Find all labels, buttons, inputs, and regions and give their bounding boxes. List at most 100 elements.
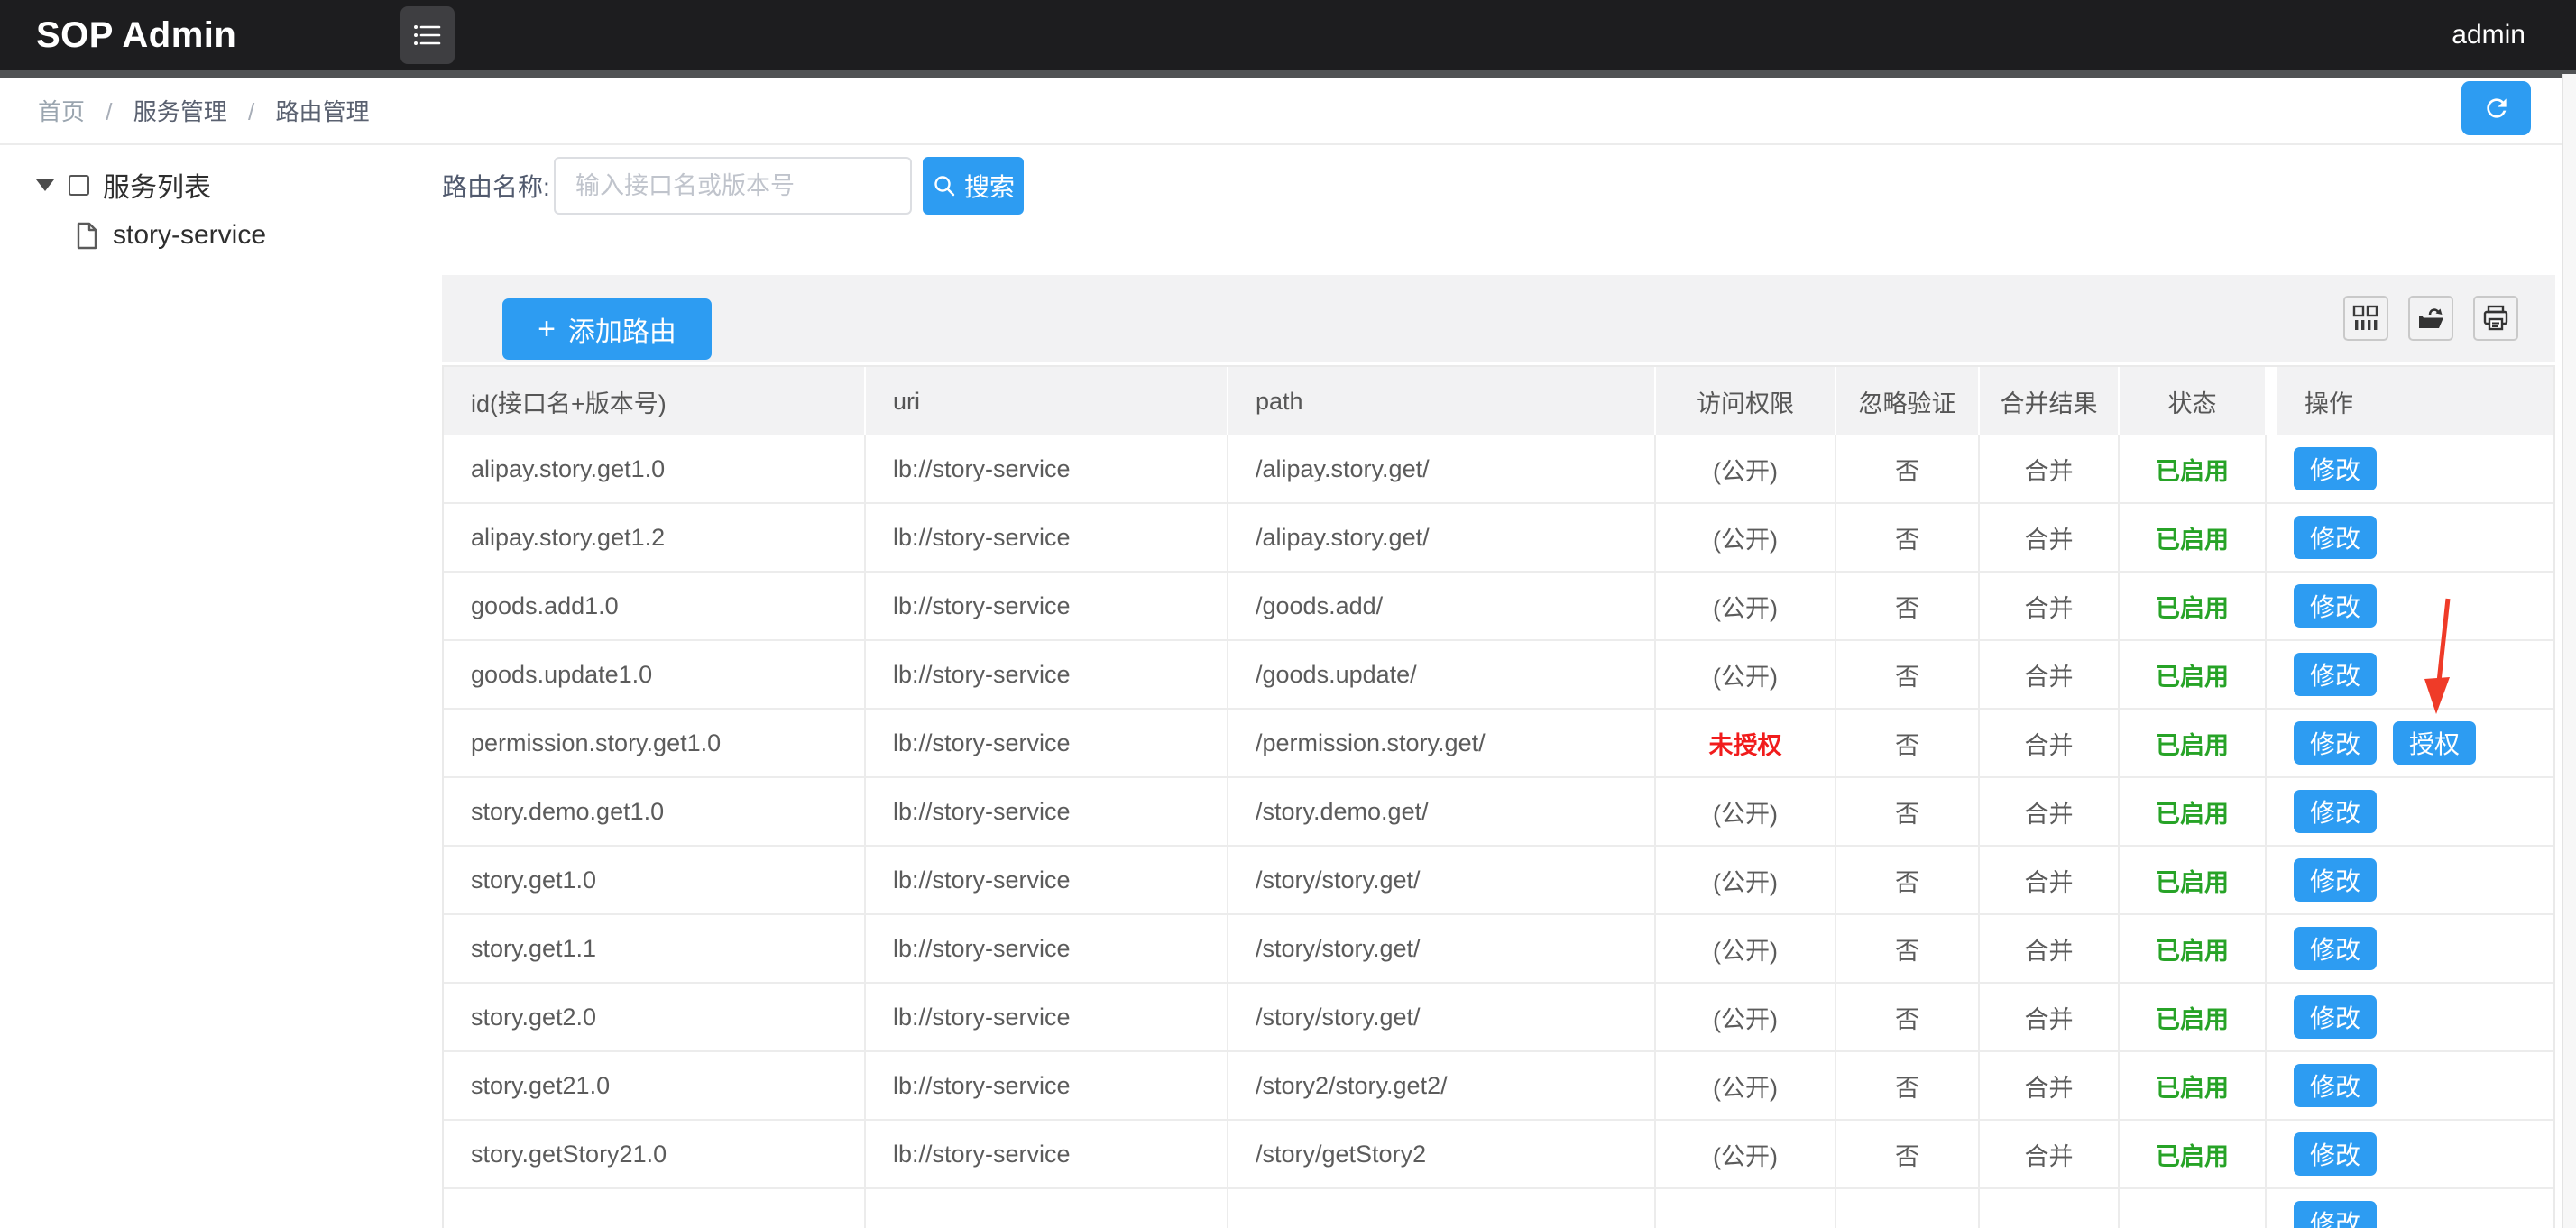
edit-button[interactable]: 修改: [2294, 1132, 2377, 1176]
cell-uri: lb://story-service: [866, 435, 1228, 504]
cell-permission: 未授权: [1656, 710, 1836, 778]
print-button[interactable]: [2473, 296, 2518, 341]
cell-actions: 修改: [2267, 984, 2553, 1052]
route-search-form: 路由名称: 搜索: [442, 157, 1024, 215]
cell-id: permission.story.get1.0: [444, 710, 866, 778]
cell-path: /story/story.get/: [1228, 847, 1656, 915]
breadcrumb: 首页 / 服务管理 / 路由管理: [38, 94, 369, 127]
cell-merge-result: 合并: [1980, 778, 2120, 847]
edit-button[interactable]: 修改: [2294, 858, 2377, 902]
column-header: 状态: [2120, 367, 2267, 435]
cell-ignore-validation: 否: [1836, 915, 1980, 984]
edit-button[interactable]: 修改: [2294, 721, 2377, 765]
table-row: story.get1.1lb://story-service/story/sto…: [444, 915, 2553, 984]
page: SOP Admin admin 首页: [0, 0, 2576, 1228]
route-name-input[interactable]: [554, 157, 912, 215]
cell-permission: (公开): [1656, 847, 1836, 915]
column-header: id(接口名+版本号): [444, 367, 866, 435]
cell-merge-result: 合并: [1980, 504, 2120, 573]
cell-uri: lb://story-service: [866, 778, 1228, 847]
cell-uri: lb://story-service: [866, 710, 1228, 778]
cell-uri: [866, 1189, 1228, 1228]
tree-node-story-service[interactable]: story-service: [76, 215, 266, 255]
cell-status: [2120, 1189, 2267, 1228]
cell-permission: (公开): [1656, 1052, 1836, 1121]
edit-button[interactable]: 修改: [2294, 790, 2377, 833]
cell-id: alipay.story.get1.2: [444, 504, 866, 573]
cell-permission: [1656, 1189, 1836, 1228]
table-row: story.get1.0lb://story-service/story/sto…: [444, 847, 2553, 915]
cell-status: 已启用: [2120, 504, 2267, 573]
tree-node-service-list[interactable]: 服务列表: [36, 165, 266, 205]
cell-status: 已启用: [2120, 1121, 2267, 1189]
cell-status: 已启用: [2120, 778, 2267, 847]
route-table: id(接口名+版本号)uripath访问权限忽略验证合并结果状态操作 alipa…: [442, 365, 2555, 1228]
cell-path: /story.demo.get/: [1228, 778, 1656, 847]
columns-icon: [2352, 305, 2379, 332]
edit-button[interactable]: 修改: [2294, 584, 2377, 628]
table-toolbar: + 添加路由: [442, 275, 2555, 362]
cell-path: /story/story.get/: [1228, 915, 1656, 984]
sidebar-toggle-button[interactable]: [400, 6, 455, 64]
search-button-label: 搜索: [964, 168, 1015, 204]
cell-id: story.demo.get1.0: [444, 778, 866, 847]
table-row: story.getStory21.0lb://story-service/sto…: [444, 1121, 2553, 1189]
cell-path: /goods.update/: [1228, 641, 1656, 710]
cell-uri: lb://story-service: [866, 1121, 1228, 1189]
add-route-label: 添加路由: [568, 309, 676, 349]
search-button[interactable]: 搜索: [923, 157, 1024, 215]
table-row: story.demo.get1.0lb://story-service/stor…: [444, 778, 2553, 847]
cell-permission: (公开): [1656, 1121, 1836, 1189]
edit-button[interactable]: 修改: [2294, 653, 2377, 696]
navbar-bottom-strip: [0, 70, 2576, 78]
cell-actions: 修改: [2267, 1189, 2553, 1228]
cell-merge-result: 合并: [1980, 710, 2120, 778]
cell-ignore-validation: 否: [1836, 778, 1980, 847]
tree-node-label: story-service: [113, 220, 266, 251]
cell-merge-result: 合并: [1980, 984, 2120, 1052]
cell-uri: lb://story-service: [866, 573, 1228, 641]
breadcrumb-item-home[interactable]: 首页: [38, 98, 85, 125]
edit-button[interactable]: 修改: [2294, 1201, 2377, 1228]
export-button[interactable]: [2408, 296, 2453, 341]
cell-path: /goods.add/: [1228, 573, 1656, 641]
refresh-button[interactable]: [2461, 81, 2531, 135]
cell-ignore-validation: 否: [1836, 1121, 1980, 1189]
cell-merge-result: 合并: [1980, 847, 2120, 915]
cell-id: alipay.story.get1.0: [444, 435, 866, 504]
table-row: 修改: [444, 1189, 2553, 1228]
cell-permission: (公开): [1656, 984, 1836, 1052]
caret-down-icon[interactable]: [36, 179, 54, 191]
breadcrumb-item-service[interactable]: 服务管理: [133, 98, 227, 125]
edit-button[interactable]: 修改: [2294, 516, 2377, 559]
cell-actions: 修改: [2267, 915, 2553, 984]
cell-merge-result: 合并: [1980, 641, 2120, 710]
cell-actions: 修改: [2267, 1052, 2553, 1121]
cell-status: 已启用: [2120, 1052, 2267, 1121]
edit-button[interactable]: 修改: [2294, 1064, 2377, 1107]
edit-button[interactable]: 修改: [2294, 447, 2377, 490]
authorize-button[interactable]: 授权: [2393, 721, 2476, 765]
cell-actions: 修改: [2267, 847, 2553, 915]
cell-status: 已启用: [2120, 641, 2267, 710]
toggle-columns-button[interactable]: [2343, 296, 2388, 341]
cell-permission: (公开): [1656, 504, 1836, 573]
cell-id: goods.update1.0: [444, 641, 866, 710]
table-row: alipay.story.get1.2lb://story-service/al…: [444, 504, 2553, 573]
add-route-button[interactable]: + 添加路由: [502, 298, 712, 360]
column-header: path: [1228, 367, 1656, 435]
user-menu[interactable]: admin: [2452, 0, 2525, 70]
cell-ignore-validation: 否: [1836, 984, 1980, 1052]
table-row: story.get2.0lb://story-service/story/sto…: [444, 984, 2553, 1052]
refresh-icon: [2482, 94, 2511, 123]
cell-permission: (公开): [1656, 778, 1836, 847]
vertical-scrollbar[interactable]: [2562, 74, 2576, 1228]
cell-merge-result: 合并: [1980, 1052, 2120, 1121]
cell-uri: lb://story-service: [866, 984, 1228, 1052]
cell-status: 已启用: [2120, 984, 2267, 1052]
cell-merge-result: 合并: [1980, 915, 2120, 984]
cell-merge-result: 合并: [1980, 1121, 2120, 1189]
edit-button[interactable]: 修改: [2294, 995, 2377, 1039]
edit-button[interactable]: 修改: [2294, 927, 2377, 970]
cell-id: story.get1.0: [444, 847, 866, 915]
